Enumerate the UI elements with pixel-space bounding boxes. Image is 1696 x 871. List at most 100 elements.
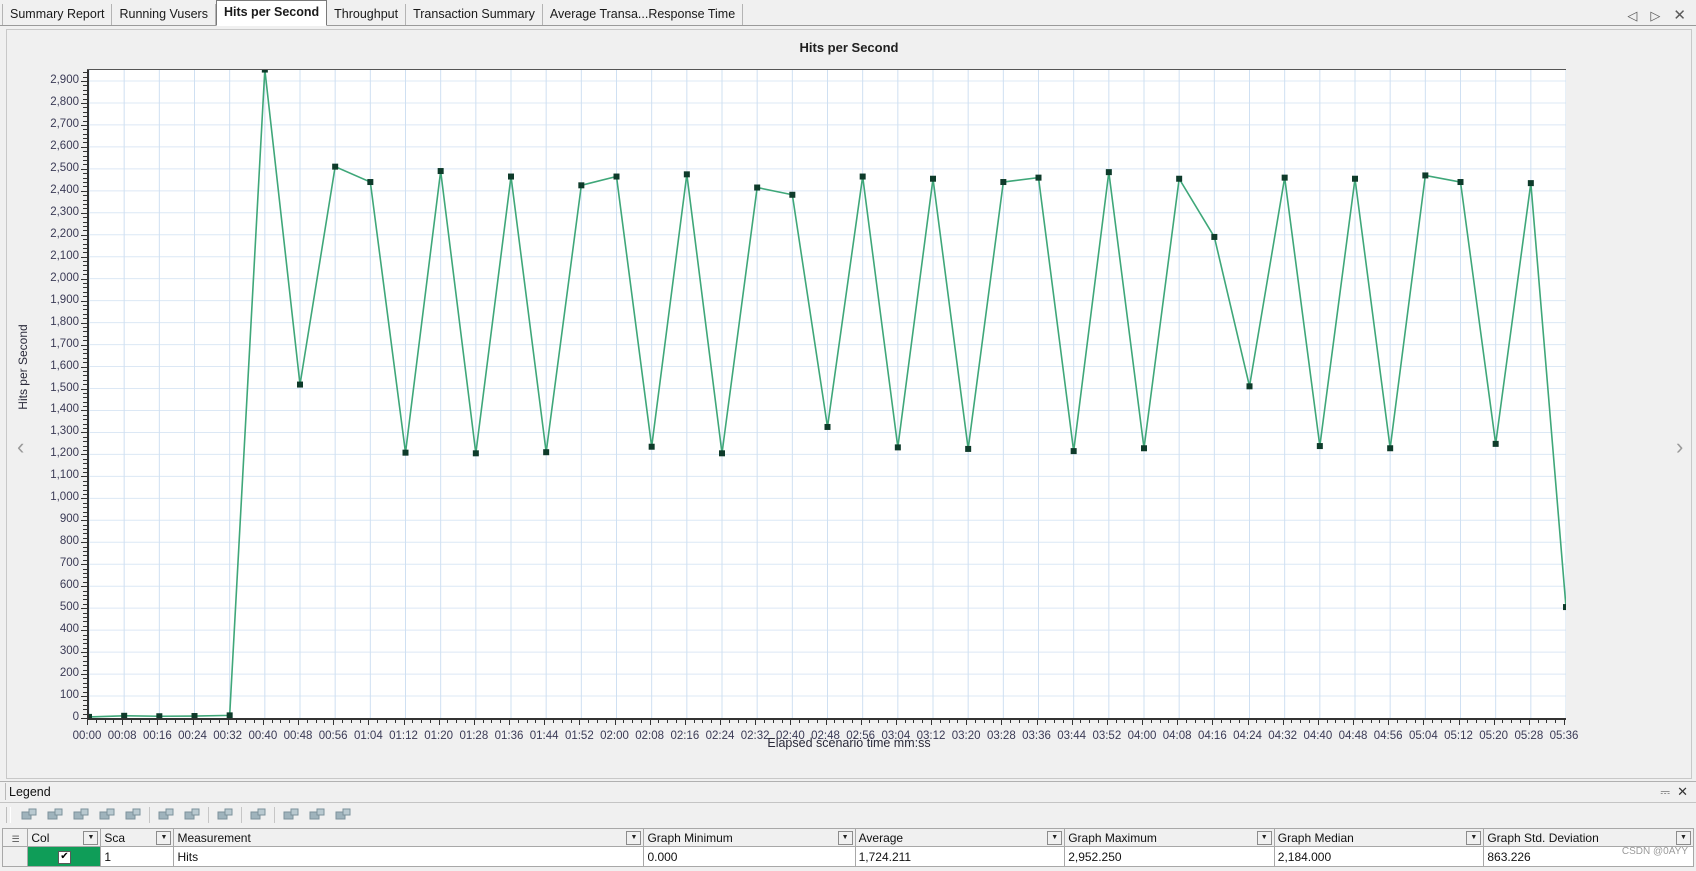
y-axis-tick-label: 800 bbox=[59, 535, 79, 548]
y-axis-tick-label: 600 bbox=[59, 579, 79, 592]
chart-panel: Hits per Second Hits per Second Elapsed … bbox=[6, 29, 1692, 779]
close-legend-icon[interactable]: ✕ bbox=[1677, 784, 1688, 800]
toolbar-grip[interactable] bbox=[6, 807, 11, 823]
merge-graphs-icon[interactable] bbox=[16, 805, 42, 825]
graph-tabs: Summary Report Running Vusers Hits per Sec… bbox=[0, 0, 744, 26]
tab-transaction-summary[interactable]: Transaction Summary bbox=[406, 4, 543, 25]
graph-tab-strip: Summary Report Running Vusers Hits per Sec… bbox=[0, 0, 1696, 26]
compare-icon[interactable] bbox=[94, 805, 120, 825]
y-axis-tick-label: 500 bbox=[59, 601, 79, 614]
collapse-right-icon[interactable]: › bbox=[1676, 436, 1683, 458]
legend-cell-measurement: Hits bbox=[173, 846, 645, 867]
y-axis-tick-label: 2,700 bbox=[50, 117, 79, 130]
grip-icon: ☰ bbox=[11, 833, 20, 844]
legend-header: Legend ⎓ ✕ bbox=[0, 782, 1696, 803]
tab-running-vusers[interactable]: Running Vusers bbox=[112, 4, 216, 25]
y-axis-tick-label: 200 bbox=[59, 667, 79, 680]
y-axis-tick-label: 0 bbox=[72, 711, 79, 723]
configure-measurement-icon[interactable] bbox=[278, 805, 304, 825]
chart-title: Hits per Second bbox=[799, 40, 899, 55]
y-axis-tick-label: 400 bbox=[59, 623, 79, 636]
tab-throughput[interactable]: Throughput bbox=[327, 4, 407, 25]
plot-top-border bbox=[87, 69, 1566, 70]
y-axis-tick-label: 1,100 bbox=[50, 469, 79, 482]
y-axis-tick-label: 1,000 bbox=[50, 491, 79, 504]
legend-toolbar bbox=[0, 803, 1696, 827]
y-axis-tick-label: 1,200 bbox=[50, 447, 79, 460]
group-by-icon[interactable] bbox=[179, 805, 205, 825]
hide-measurement-icon[interactable] bbox=[304, 805, 330, 825]
watermark-text: CSDN @0AYY bbox=[1621, 846, 1688, 857]
toolbar-separator bbox=[149, 807, 150, 823]
auto-correlate-icon[interactable] bbox=[42, 805, 68, 825]
legend-column-header-graph-minimum[interactable]: Graph Minimum ▼ bbox=[643, 828, 856, 847]
chevron-down-icon[interactable]: ▼ bbox=[626, 831, 642, 845]
legend-column-header-label: Measurement bbox=[177, 830, 251, 845]
legend-row-grip-header: ☰ bbox=[1, 828, 29, 847]
chevron-down-icon[interactable]: ▼ bbox=[1047, 831, 1063, 845]
chart-series-svg bbox=[89, 70, 1566, 718]
legend-column-header-label: Sca bbox=[104, 830, 126, 845]
y-axis-tick-label: 2,100 bbox=[50, 249, 79, 262]
legend-column-header-color[interactable]: Col ▼ bbox=[27, 828, 102, 847]
legend-color-checkbox-cell[interactable]: ✔ bbox=[27, 846, 102, 867]
y-axis-tick-label: 2,500 bbox=[50, 161, 79, 174]
filter-sub-icon[interactable] bbox=[68, 805, 94, 825]
chevron-down-icon[interactable]: ▼ bbox=[1466, 831, 1482, 845]
pin-icon[interactable]: ⎓ bbox=[1660, 785, 1670, 800]
legend-column-header-graph-maximum[interactable]: Graph Maximum ▼ bbox=[1064, 828, 1275, 847]
legend-column-header-label: Graph Maximum bbox=[1068, 830, 1157, 845]
legend-cell-graph-minimum: 0.000 bbox=[643, 846, 856, 867]
chevron-down-icon[interactable]: ▼ bbox=[83, 831, 99, 845]
toolbar-separator bbox=[208, 807, 209, 823]
y-axis-tick-label: 700 bbox=[59, 557, 79, 570]
drill-down-icon[interactable] bbox=[212, 805, 238, 825]
y-axis-tick-label: 1,900 bbox=[50, 293, 79, 306]
scroll-tabs-left-icon[interactable]: ◁ bbox=[1627, 9, 1637, 22]
scroll-tabs-right-icon[interactable]: ▷ bbox=[1650, 9, 1660, 22]
chevron-down-icon[interactable]: ▼ bbox=[1676, 831, 1691, 845]
chevron-down-icon[interactable]: ▼ bbox=[1256, 831, 1272, 845]
legend-table-row[interactable]: ✔ 1 Hits 0.000 1,724.211 2,952.250 2,184.000 86… bbox=[1, 846, 1694, 867]
legend-cell-graph-median: 2,184.000 bbox=[1273, 846, 1485, 867]
legend-cell-graph-maximum: 2,952.250 bbox=[1064, 846, 1275, 867]
legend-panel-title: Legend bbox=[9, 785, 51, 799]
legend-column-header-scale[interactable]: Sca ▼ bbox=[100, 828, 175, 847]
legend-column-header-label: Graph Std. Deviation bbox=[1487, 830, 1599, 845]
y-axis-tick-label: 100 bbox=[59, 689, 79, 702]
legend-column-header-graph-median[interactable]: Graph Median ▼ bbox=[1273, 828, 1485, 847]
legend-column-header-average[interactable]: Average ▼ bbox=[854, 828, 1066, 847]
tab-hits-per-second[interactable]: Hits per Second bbox=[215, 0, 328, 26]
y-axis-tick-label: 2,900 bbox=[50, 73, 79, 86]
toolbar-separator bbox=[241, 807, 242, 823]
legend-cell-scale: 1 bbox=[100, 846, 175, 867]
show-columns-icon[interactable] bbox=[245, 805, 271, 825]
y-axis-tick-label: 900 bbox=[59, 513, 79, 526]
y-axis-tick-label: 300 bbox=[59, 645, 79, 658]
chevron-down-icon[interactable]: ▼ bbox=[156, 831, 172, 845]
tab-summary-report[interactable]: Summary Report bbox=[2, 4, 113, 25]
save-legend-icon[interactable] bbox=[330, 805, 356, 825]
y-axis-tick-label: 2,600 bbox=[50, 139, 79, 152]
sort-icon[interactable] bbox=[153, 805, 179, 825]
collapse-left-icon[interactable]: ‹ bbox=[17, 436, 24, 458]
y-axis-tick-label: 2,800 bbox=[50, 95, 79, 108]
close-tab-icon[interactable]: ✕ bbox=[1673, 8, 1686, 23]
y-axis-tick-label: 2,400 bbox=[50, 183, 79, 196]
show-measurement-checkbox[interactable]: ✔ bbox=[57, 850, 71, 864]
y-axis-title: Hits per Second bbox=[16, 324, 30, 410]
x-axis-title: Elapsed scenario time mm:ss bbox=[767, 736, 931, 750]
tab-average-transa-response-time[interactable]: Average Transa...Response Time bbox=[542, 4, 744, 25]
legend-column-header-label: Graph Minimum bbox=[647, 830, 733, 845]
plot-area[interactable] bbox=[87, 70, 1566, 720]
y-axis-tick-label: 2,200 bbox=[50, 227, 79, 240]
set-filter-icon[interactable] bbox=[120, 805, 146, 825]
legend-pane: Legend ⎓ ✕ ☰ Col ▼ Sca ▼ Measurement ▼ Graph Mi… bbox=[0, 781, 1696, 871]
legend-column-header-graph-std-deviation[interactable]: Graph Std. Deviation ▼ bbox=[1483, 828, 1694, 847]
chevron-down-icon[interactable]: ▼ bbox=[837, 831, 853, 845]
plot-grid bbox=[89, 70, 1566, 718]
tab-strip-controls: ◁ ▷ ✕ bbox=[1627, 8, 1696, 25]
legend-table: ☰ Col ▼ Sca ▼ Measurement ▼ Graph Minimum ▼ Avera… bbox=[1, 828, 1694, 867]
legend-row-grip[interactable] bbox=[1, 846, 29, 867]
legend-column-header-measurement[interactable]: Measurement ▼ bbox=[173, 828, 645, 847]
